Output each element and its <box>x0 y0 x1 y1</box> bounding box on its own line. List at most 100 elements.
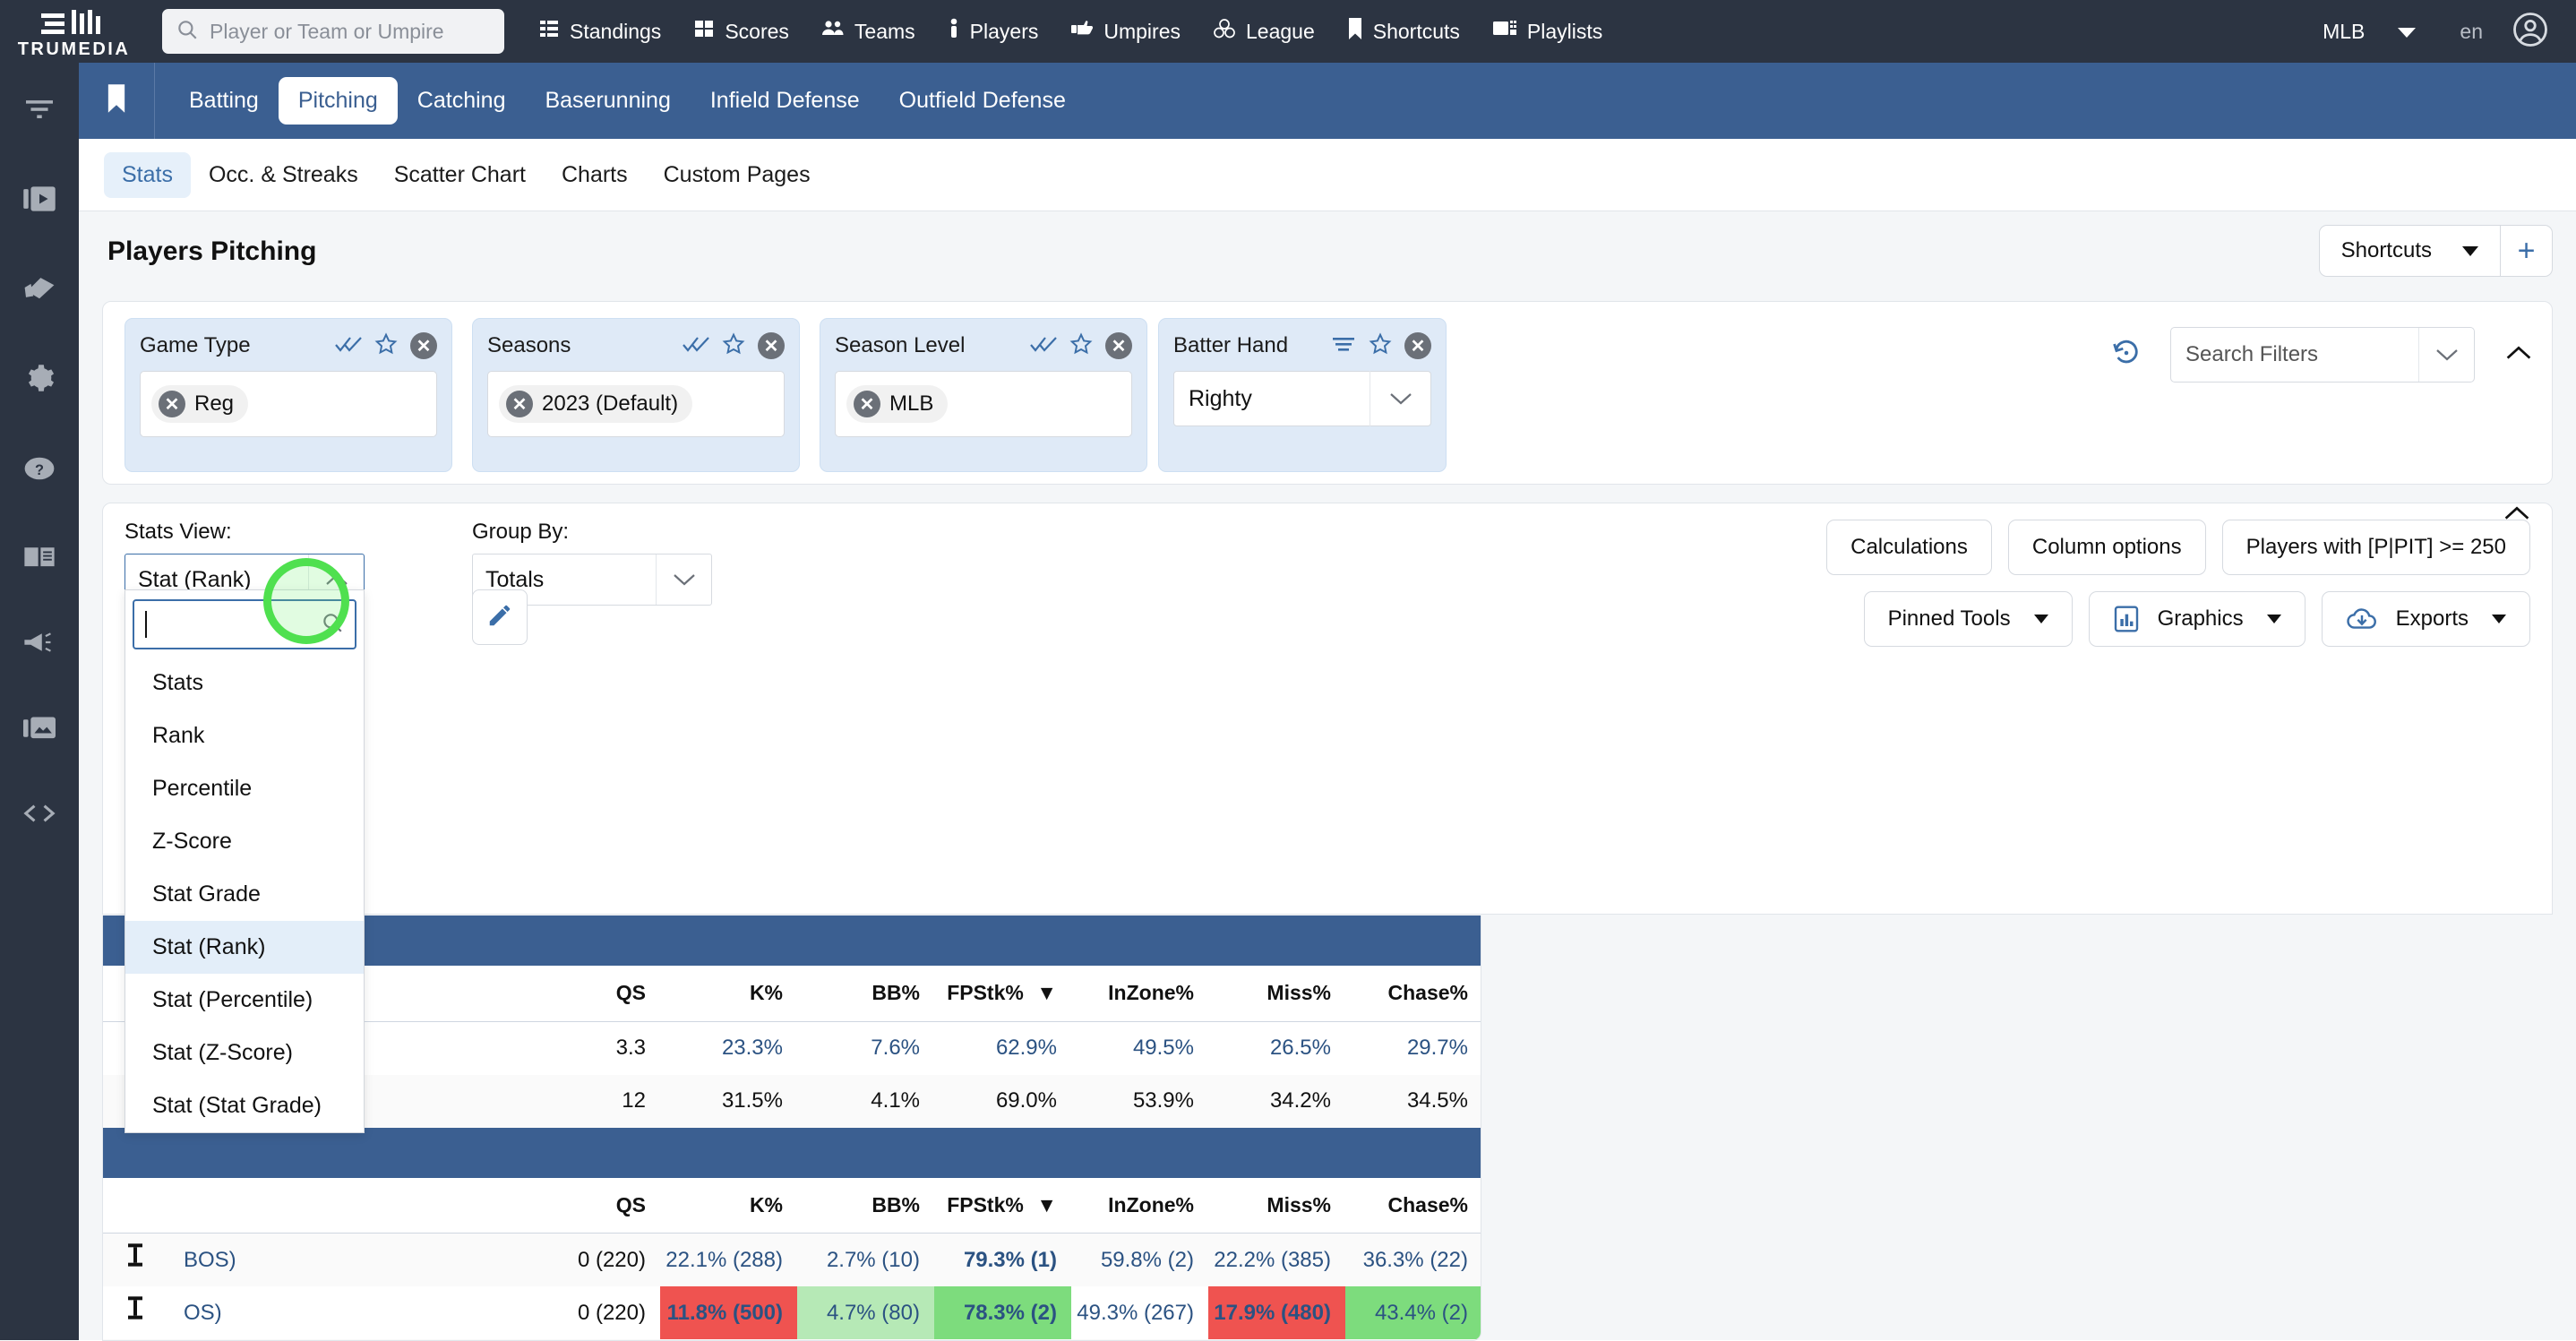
brand-logo[interactable]: TRUMEDIA <box>0 0 148 63</box>
edit-pencil-button[interactable] <box>472 589 528 645</box>
chevron-down-icon[interactable] <box>656 554 711 605</box>
double-check-icon[interactable] <box>335 334 362 358</box>
section-tab-outfield-defense[interactable]: Outfield Defense <box>880 77 1086 125</box>
gallery-icon[interactable] <box>23 716 56 745</box>
tab-custom-pages[interactable]: Custom Pages <box>646 152 829 198</box>
nav-umpires[interactable]: Umpires <box>1070 19 1181 44</box>
star-icon[interactable] <box>722 331 745 360</box>
filter-chip-area[interactable]: ✕ Reg <box>140 371 437 437</box>
dropdown-option-rank[interactable]: Rank <box>125 709 364 762</box>
gear-icon[interactable] <box>24 363 55 398</box>
col-miss-pct[interactable]: Miss% <box>1208 966 1345 1021</box>
col-chase-pct[interactable]: Chase% <box>1345 966 1481 1021</box>
double-check-icon[interactable] <box>683 334 709 358</box>
col-inzone-pct[interactable]: InZone% <box>1071 1177 1208 1234</box>
chevron-down-icon[interactable] <box>1370 371 1430 426</box>
section-tab-batting[interactable]: Batting <box>169 77 279 125</box>
column-options-button[interactable]: Column options <box>2007 520 2206 575</box>
dropdown-option-z-score[interactable]: Z-Score <box>125 815 364 868</box>
filter-chip-area[interactable]: ✕ MLB <box>835 371 1132 437</box>
dropdown-option-stat-z-score[interactable]: Stat (Z-Score) <box>125 1027 364 1079</box>
global-search-input[interactable]: Player or Team or Umpire <box>162 9 504 54</box>
league-selector[interactable]: MLB <box>2323 20 2417 44</box>
double-check-icon[interactable] <box>1030 334 1057 358</box>
section-tab-baserunning[interactable]: Baserunning <box>525 77 690 125</box>
filter-chip[interactable]: ✕ Reg <box>151 385 249 423</box>
calculations-button[interactable]: Calculations <box>1826 520 1992 575</box>
star-icon[interactable] <box>1069 331 1093 360</box>
filter-icon[interactable] <box>24 97 55 128</box>
language-selector[interactable]: en <box>2460 20 2483 44</box>
col-chase-pct[interactable]: Chase% <box>1345 1177 1481 1234</box>
star-icon[interactable] <box>1369 331 1392 360</box>
batter-hand-select[interactable]: Righty <box>1173 371 1431 426</box>
col-qs[interactable]: QS <box>526 1177 660 1234</box>
col-miss-pct[interactable]: Miss% <box>1208 1177 1345 1234</box>
dropdown-option-percentile[interactable]: Percentile <box>125 762 364 815</box>
nav-players[interactable]: Players <box>948 18 1038 45</box>
col-inzone-pct[interactable]: InZone% <box>1071 966 1208 1021</box>
dropdown-option-stat-grade[interactable]: Stat Grade <box>125 868 364 921</box>
filter-chip[interactable]: ✕ MLB <box>846 385 949 423</box>
player-name-cell[interactable]: BOS) <box>167 1234 526 1286</box>
dropdown-search-input[interactable] <box>133 599 356 649</box>
shortcuts-button[interactable]: Shortcuts <box>2318 225 2501 277</box>
close-circle-icon[interactable]: ✕ <box>758 332 785 359</box>
bookmark-icon[interactable] <box>106 83 127 118</box>
tab-charts[interactable]: Charts <box>544 152 646 198</box>
tab-stats[interactable]: Stats <box>104 151 191 198</box>
nav-teams[interactable]: Teams <box>821 18 915 45</box>
video-library-icon[interactable] <box>23 185 56 217</box>
nav-league[interactable]: League <box>1213 18 1315 45</box>
code-brackets-icon[interactable] <box>23 803 56 829</box>
nav-playlists[interactable]: Playlists <box>1492 18 1602 45</box>
close-circle-icon[interactable]: ✕ <box>1404 332 1431 359</box>
exports-button[interactable]: Exports <box>2321 591 2530 647</box>
tab-scatter-chart[interactable]: Scatter Chart <box>376 152 544 198</box>
megaphone-icon[interactable] <box>23 631 56 658</box>
col-k-pct[interactable]: K% <box>660 1177 797 1234</box>
close-circle-icon[interactable]: ✕ <box>1105 332 1132 359</box>
search-filters-input[interactable]: Search Filters <box>2170 327 2475 383</box>
book-icon[interactable] <box>23 544 56 573</box>
star-icon[interactable] <box>374 331 398 360</box>
add-shortcut-button[interactable]: + <box>2501 225 2553 277</box>
list-lines-icon[interactable] <box>1331 334 1356 358</box>
chip-remove-icon[interactable]: ✕ <box>506 391 533 417</box>
help-circle-icon[interactable]: ? <box>23 455 56 486</box>
nav-shortcuts[interactable]: Shortcuts <box>1347 17 1460 46</box>
graphics-button[interactable]: Graphics <box>2088 591 2306 647</box>
col-bb-pct[interactable]: BB% <box>797 1177 934 1234</box>
chip-remove-icon[interactable]: ✕ <box>159 391 185 417</box>
dropdown-option-stats[interactable]: Stats <box>125 657 364 709</box>
reset-history-icon[interactable] <box>2111 338 2142 373</box>
account-circle-icon[interactable] <box>2512 11 2549 53</box>
section-tab-pitching[interactable]: Pitching <box>278 77 398 125</box>
tab-occ-streaks[interactable]: Occ. & Streaks <box>191 152 376 198</box>
dropdown-option-stat-percentile[interactable]: Stat (Percentile) <box>125 974 364 1027</box>
cards-icon[interactable] <box>23 274 56 305</box>
close-circle-icon[interactable]: ✕ <box>410 332 437 359</box>
section-tab-infield-defense[interactable]: Infield Defense <box>691 77 880 125</box>
nav-scores[interactable]: Scores <box>693 18 789 45</box>
col-fpstk-pct[interactable]: FPStk% ▼ <box>934 1177 1071 1234</box>
collapse-filters-chevron-up-icon[interactable] <box>2505 345 2532 365</box>
nav-standings[interactable]: Standings <box>538 18 661 45</box>
col-qs[interactable]: QS <box>526 966 660 1021</box>
chevron-down-icon[interactable] <box>2418 328 2474 382</box>
chip-remove-icon[interactable]: ✕ <box>854 391 880 417</box>
pin-icon[interactable] <box>103 1286 167 1339</box>
dropdown-option-stat-stat-grade[interactable]: Stat (Stat Grade) <box>125 1079 364 1132</box>
dropdown-option-stat-rank[interactable]: Stat (Rank) <box>125 921 364 974</box>
col-k-pct[interactable]: K% <box>660 966 797 1021</box>
filter-chip[interactable]: ✕ 2023 (Default) <box>499 385 693 423</box>
player-name-cell[interactable]: OS) <box>167 1286 526 1339</box>
col-bb-pct[interactable]: BB% <box>797 966 934 1021</box>
section-tab-catching[interactable]: Catching <box>398 77 526 125</box>
table-row[interactable]: OS) 0 (220) 11.8% (500) 4.7% (80) 78.3% … <box>103 1286 1481 1339</box>
players-with-threshold-button[interactable]: Players with [P|PIT] >= 250 <box>2221 520 2530 575</box>
pinned-tools-button[interactable]: Pinned Tools <box>1863 591 2073 647</box>
table-row[interactable]: BOS) 0 (220) 22.1% (288) 2.7% (10) 79.3%… <box>103 1234 1481 1286</box>
pin-icon[interactable] <box>103 1234 167 1286</box>
col-fpstk-pct[interactable]: FPStk% ▼ <box>934 966 1071 1021</box>
